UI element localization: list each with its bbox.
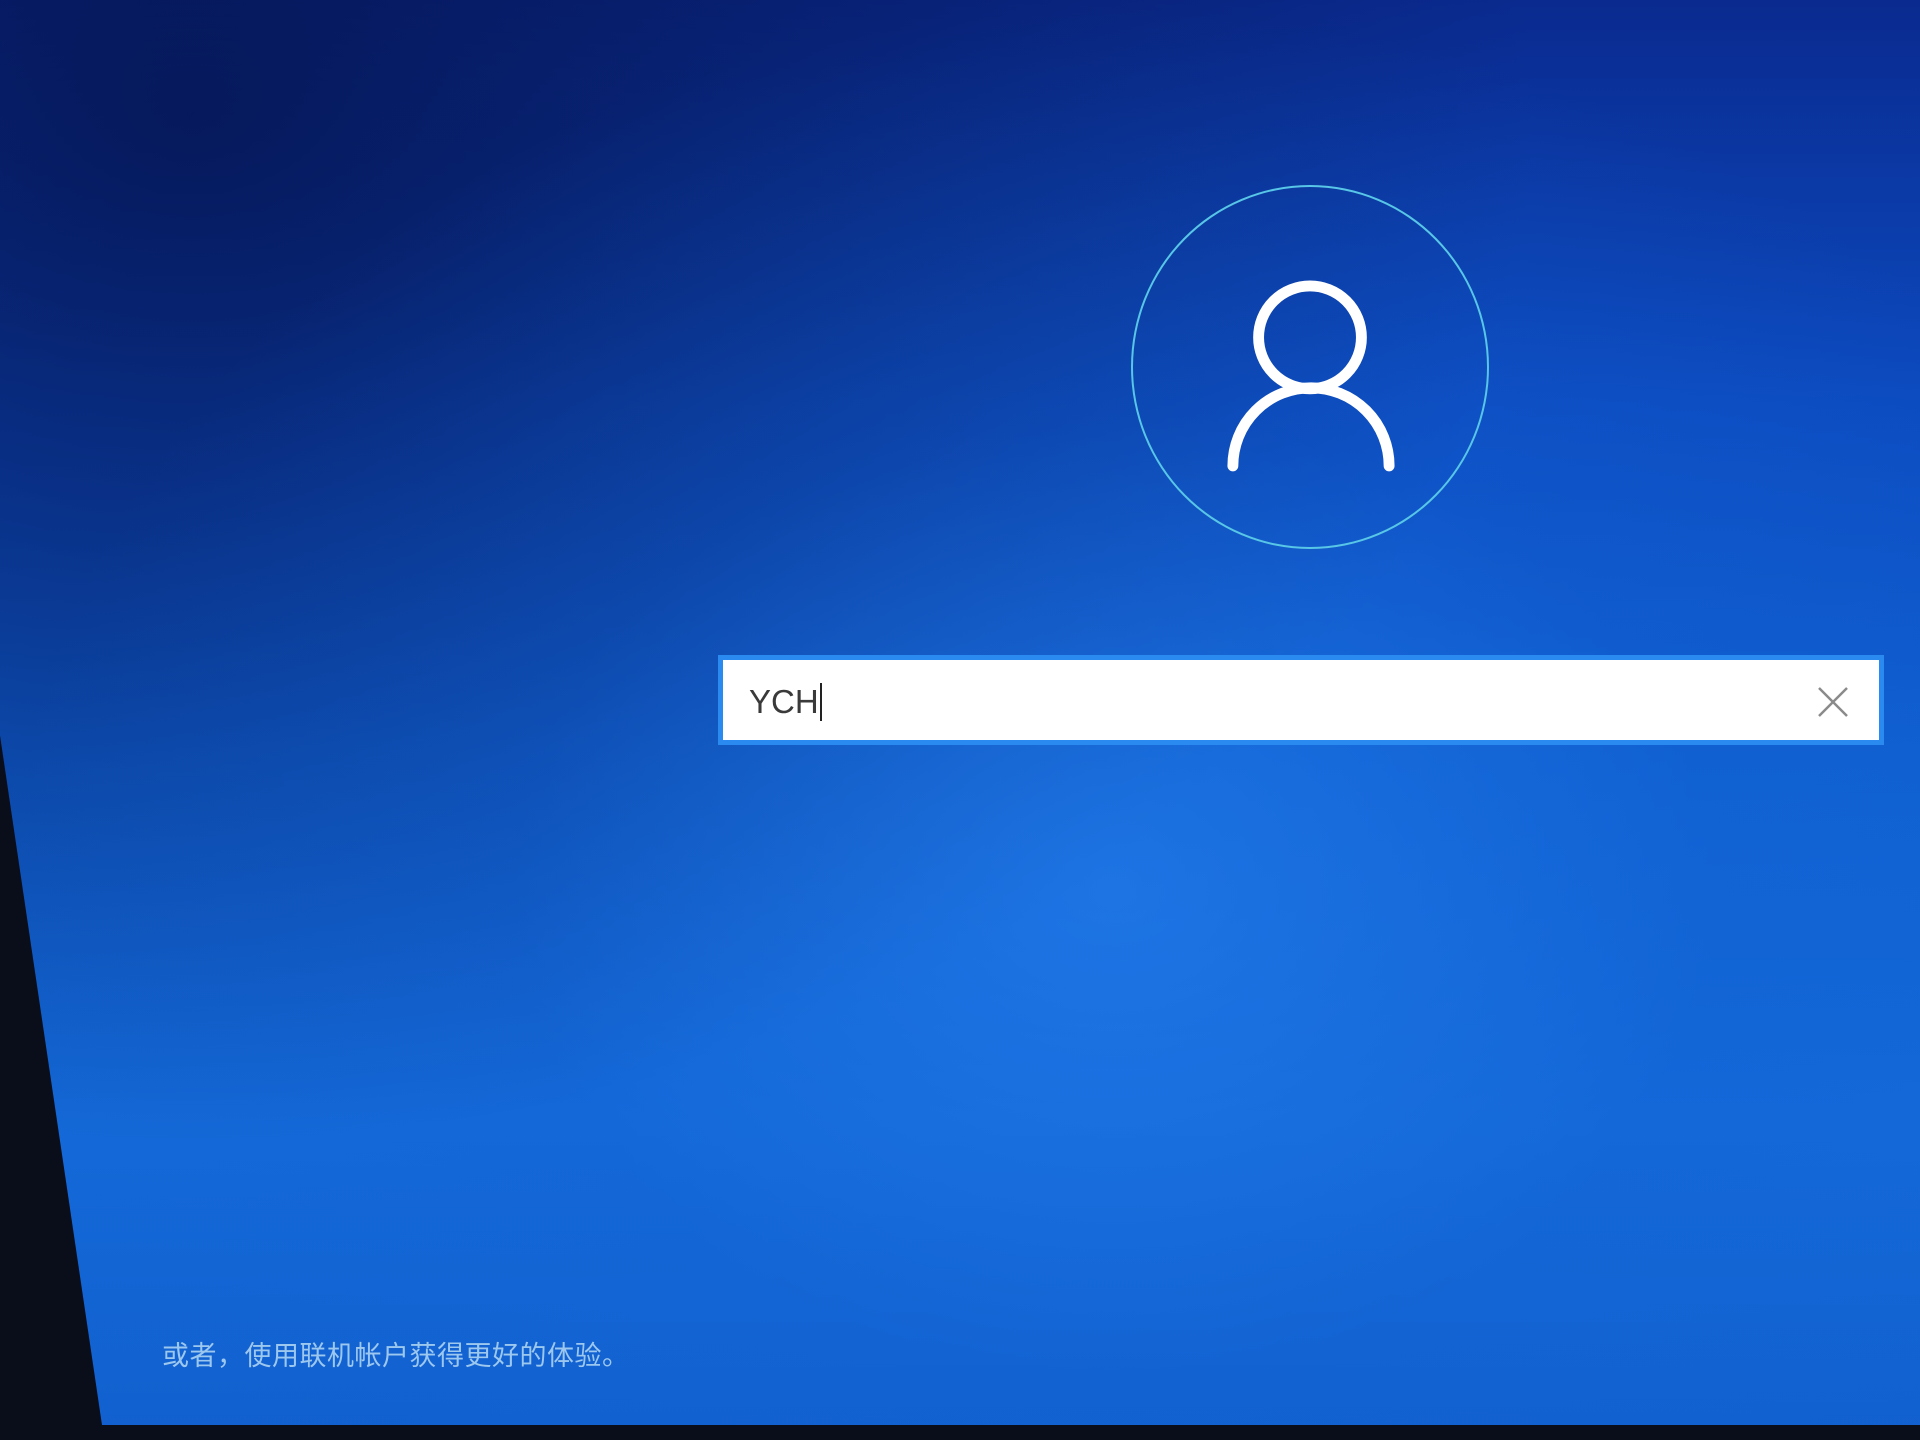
use-online-account-link[interactable]: 或者，使用联机帐户获得更好的体验。 <box>162 1334 630 1373</box>
username-text: YCH <box>749 683 819 720</box>
clear-input-button[interactable] <box>1811 680 1855 724</box>
username-input[interactable]: YCH <box>718 655 1884 745</box>
text-caret <box>819 683 822 721</box>
user-icon <box>1227 280 1395 472</box>
account-setup-screen: YCH 或者，使用联机帐户获得更好的体验。 <box>0 0 1920 1425</box>
username-input-value[interactable]: YCH <box>749 680 822 724</box>
user-avatar <box>1131 185 1489 549</box>
close-icon <box>1818 687 1848 717</box>
